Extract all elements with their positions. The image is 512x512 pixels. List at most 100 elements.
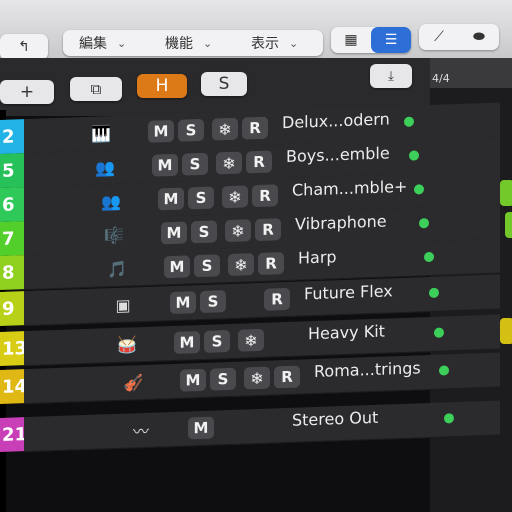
hide-button[interactable]: H xyxy=(137,74,187,98)
freeze-button[interactable]: ❄ xyxy=(222,185,248,209)
freeze-button[interactable]: ❄ xyxy=(238,328,264,352)
record-button[interactable]: R xyxy=(242,116,268,140)
list-view-button[interactable]: ☰ xyxy=(371,27,411,53)
record-button[interactable]: R xyxy=(255,218,281,242)
menu-label: 機能 xyxy=(165,36,193,52)
solo-button[interactable]: S xyxy=(191,220,217,244)
region[interactable] xyxy=(505,212,512,238)
mute-button[interactable]: M xyxy=(180,368,206,392)
track-name[interactable]: Vibraphone xyxy=(295,211,387,240)
mute-button[interactable]: M xyxy=(170,291,196,315)
track-name[interactable]: Boys...emble xyxy=(286,143,390,173)
region[interactable] xyxy=(500,318,512,344)
freeze-button[interactable]: ❄ xyxy=(216,151,242,175)
freeze-button[interactable]: ❄ xyxy=(225,219,251,243)
toggle-icon: ⬬ xyxy=(473,29,485,45)
mute-button-label: M xyxy=(153,122,169,141)
ruler[interactable]: 4/4 xyxy=(430,58,512,88)
track-number: 14 xyxy=(0,369,27,404)
freeze-button[interactable]: ❄ xyxy=(228,253,254,277)
mute-button[interactable]: M xyxy=(148,119,174,143)
snowflake-icon: ❄ xyxy=(250,368,264,388)
mute-button[interactable]: M xyxy=(188,416,214,440)
waveform-icon: 〰 xyxy=(132,421,149,442)
drum-kit-icon: 🥁 xyxy=(117,334,137,355)
list-view-icon: ☰ xyxy=(384,32,398,48)
region[interactable] xyxy=(500,180,512,206)
record-button-label: R xyxy=(259,186,271,205)
track-name[interactable]: Delux...odern xyxy=(282,109,390,139)
track-name[interactable]: Cham...mble+ xyxy=(292,177,407,207)
track-header[interactable] xyxy=(24,400,500,453)
menu-edit[interactable]: 編集 ⌄ xyxy=(63,33,149,53)
solo-button-label: S xyxy=(207,292,219,311)
solo-button-label: S xyxy=(201,256,213,275)
record-button[interactable]: R xyxy=(258,252,284,275)
solo-button[interactable]: S xyxy=(194,254,220,278)
solo-button-label: S xyxy=(198,222,210,242)
track-name[interactable]: Stereo Out xyxy=(292,408,378,437)
menu-label: 表示 xyxy=(251,36,279,52)
record-button-label: R xyxy=(271,290,283,309)
solo-button[interactable]: S xyxy=(210,367,236,391)
record-button[interactable]: R xyxy=(274,365,300,389)
mute-button[interactable]: M xyxy=(174,331,200,354)
back-button[interactable]: ↰ xyxy=(0,34,48,60)
record-button-label: R xyxy=(281,367,293,387)
chevron-down-icon: ⌄ xyxy=(117,36,127,50)
solo-button-label: S xyxy=(195,188,207,208)
drum-machine-icon: ▣ xyxy=(115,294,131,315)
automation-curve-icon: ⟋ xyxy=(434,29,444,45)
snowflake-icon: ❄ xyxy=(244,330,258,350)
grid-view-button[interactable]: ▦ xyxy=(331,27,371,53)
track-number: 21 xyxy=(0,417,27,452)
record-button[interactable]: R xyxy=(252,184,278,208)
mute-button-label: M xyxy=(193,418,209,438)
download-icon: ⤓ xyxy=(388,68,394,84)
solo-global-button[interactable]: S xyxy=(201,72,247,96)
mute-button-label: M xyxy=(166,223,182,243)
track-number: 6 xyxy=(0,187,24,222)
chevron-down-icon: ⌄ xyxy=(203,36,213,50)
automation-button[interactable]: ⟋ xyxy=(419,29,459,45)
solo-button[interactable]: S xyxy=(182,152,208,176)
solo-button-label: S xyxy=(217,370,229,389)
menu-view[interactable]: 表示 ⌄ xyxy=(235,33,321,53)
track-name[interactable]: Roma...trings xyxy=(314,358,421,388)
track-name[interactable]: Harp xyxy=(298,247,337,274)
mute-button[interactable]: M xyxy=(164,255,190,279)
solo-button[interactable]: S xyxy=(200,290,226,314)
freeze-button[interactable]: ❄ xyxy=(212,117,238,141)
view-toggle: ▦ ☰ xyxy=(331,27,411,53)
mute-button[interactable]: M xyxy=(152,153,178,177)
harp-icon: 🎵 xyxy=(107,259,127,279)
duplicate-track-button[interactable]: ⧉ xyxy=(70,77,122,101)
grid-view-icon: ▦ xyxy=(344,32,358,48)
toggle-button[interactable]: ⬬ xyxy=(459,29,499,45)
solo-button[interactable]: S xyxy=(178,118,204,142)
track-number: 9 xyxy=(0,291,24,326)
snowflake-icon: ❄ xyxy=(234,254,248,275)
track-number: 5 xyxy=(0,153,24,188)
track-name[interactable]: Heavy Kit xyxy=(308,322,385,351)
mute-button-label: M xyxy=(169,257,185,277)
download-button[interactable]: ⤓ xyxy=(370,64,412,88)
freeze-button[interactable]: ❄ xyxy=(244,366,270,390)
record-button[interactable]: R xyxy=(246,150,272,174)
track-name[interactable]: Future Flex xyxy=(304,281,393,310)
record-button[interactable]: R xyxy=(264,287,290,311)
vibraphone-icon: 🎼 xyxy=(104,225,124,245)
mute-button[interactable]: M xyxy=(161,221,187,245)
s-label: S xyxy=(218,74,230,94)
solo-button[interactable]: S xyxy=(188,186,214,210)
time-signature: 4/4 xyxy=(432,72,450,85)
h-label: H xyxy=(155,76,169,96)
record-button-label: R xyxy=(249,118,261,138)
snowflake-icon: ❄ xyxy=(218,119,232,139)
add-track-button[interactable]: + xyxy=(0,80,54,104)
mute-button[interactable]: M xyxy=(158,187,184,211)
track-row[interactable]: 21 〰 M Stereo Out xyxy=(0,400,500,453)
menu-functions[interactable]: 機能 ⌄ xyxy=(149,33,235,53)
solo-button-label: S xyxy=(189,155,201,174)
solo-button[interactable]: S xyxy=(204,329,230,353)
